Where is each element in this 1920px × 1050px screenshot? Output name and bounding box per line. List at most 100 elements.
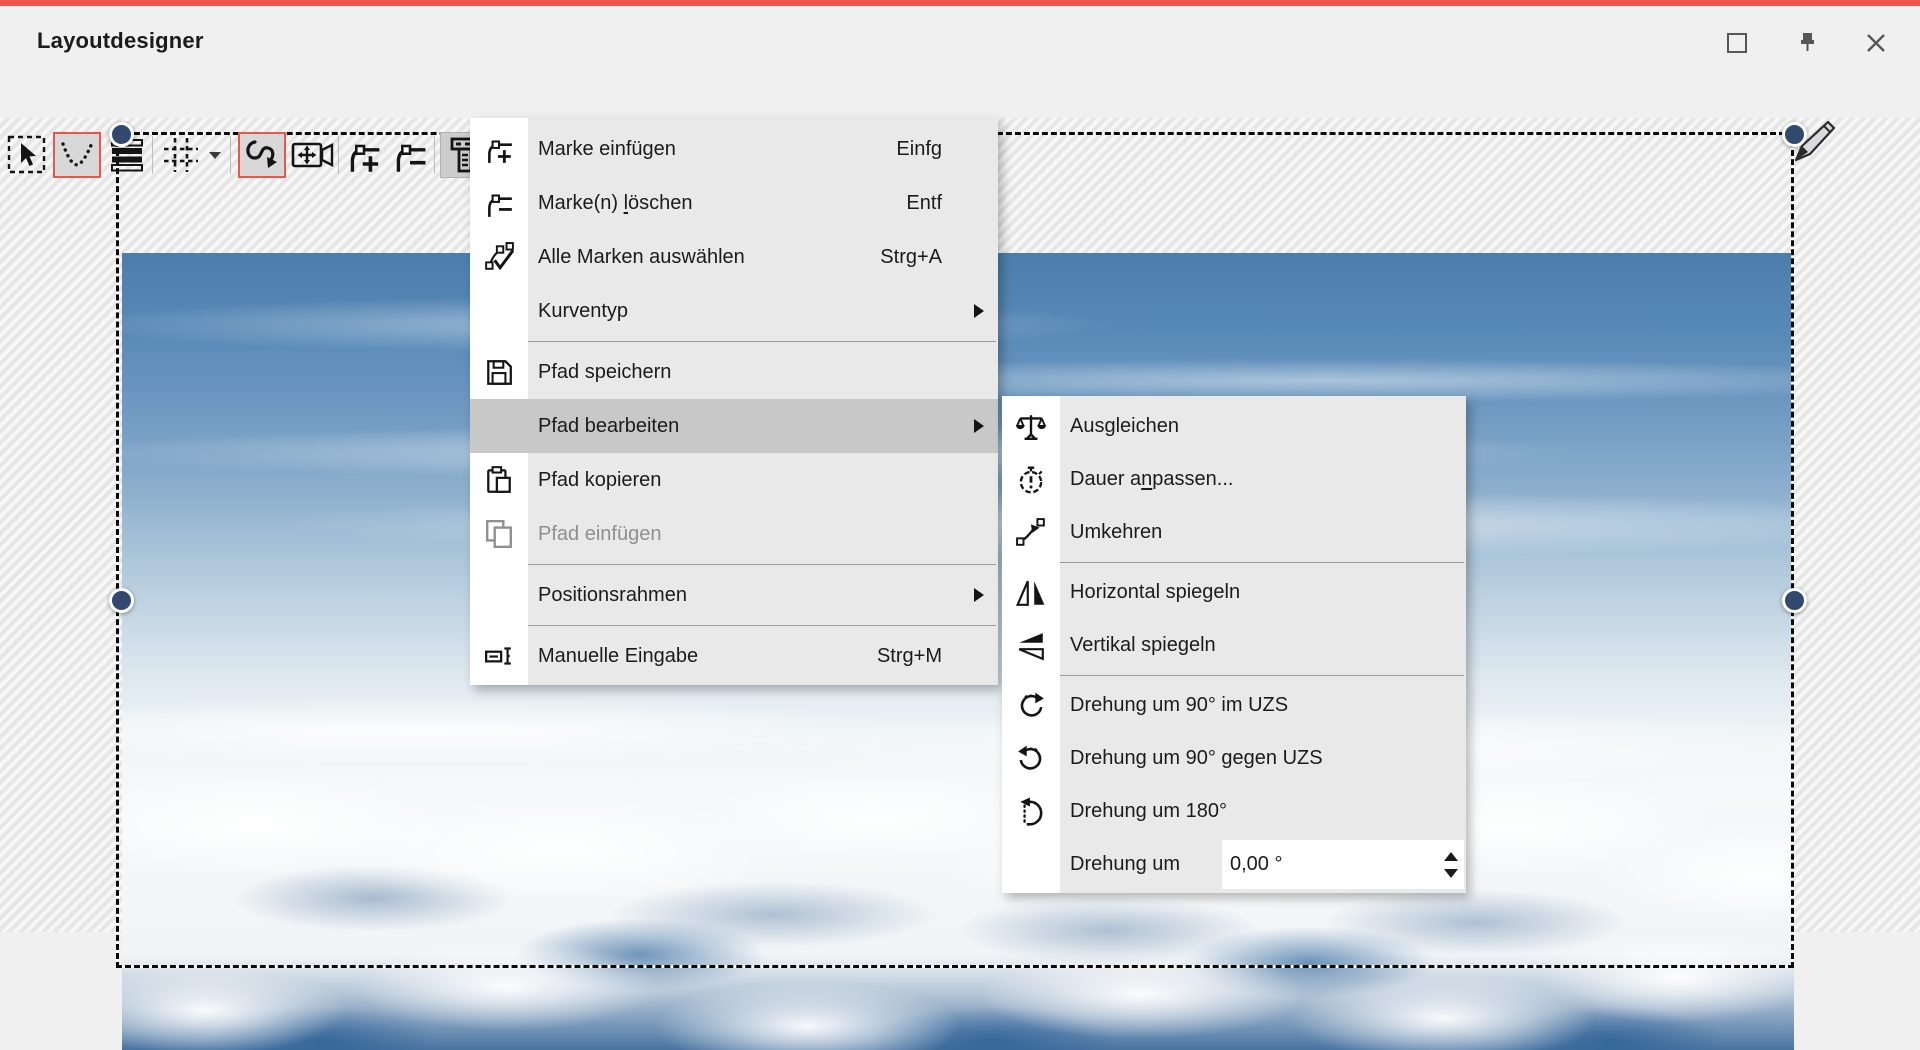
menu-item-label: Marke einfügen: [528, 138, 676, 161]
menu-item-label: Drehung um 90° gegen UZS: [1060, 747, 1323, 770]
pen-cursor-icon: [1788, 116, 1840, 168]
menu-item-label: Ausgleichen: [1060, 415, 1179, 438]
s-curve-icon: [243, 137, 281, 173]
submenu-item-vertikal-spiegeln[interactable]: Vertikal spiegeln: [1002, 619, 1466, 672]
grid-icon: [161, 135, 201, 175]
rotate-cw-icon: [1016, 691, 1046, 721]
grid-tool-button[interactable]: [158, 132, 204, 178]
grid-dropdown-button[interactable]: [203, 132, 227, 178]
menu-separator: [470, 338, 998, 345]
menu-item-label: Alle Marken auswählen: [528, 246, 745, 269]
menu-item-pfad-speichern[interactable]: Pfad speichern: [470, 345, 998, 399]
pin-button[interactable]: [1792, 28, 1822, 58]
menu-item-label: Pfad kopieren: [528, 469, 661, 492]
menu-item-alle-marken-auswaehlen[interactable]: Alle Marken auswählen Strg+A: [470, 230, 998, 284]
marker-add-icon: [346, 137, 382, 173]
submenu-item-ausgleichen[interactable]: Ausgleichen: [1002, 400, 1466, 453]
toolbar-separator: [338, 136, 339, 174]
spinner-up-icon[interactable]: [1444, 852, 1458, 861]
rubber-band-select-button[interactable]: [4, 132, 50, 178]
marker-remove-icon: [484, 188, 514, 218]
rotation-angle-value: 0,00 °: [1230, 853, 1282, 876]
close-icon: [1864, 31, 1888, 55]
menu-item-pfad-kopieren[interactable]: Pfad kopieren: [470, 453, 998, 507]
menu-item-manuelle-eingabe[interactable]: Manuelle Eingabe Strg+M: [470, 629, 998, 683]
menu-item-label: Marke(n) löschen: [528, 192, 693, 215]
reverse-path-icon: [1016, 518, 1046, 548]
menu-separator: [1002, 672, 1466, 679]
toolbar-separator: [152, 136, 153, 174]
layoutdesigner-window: Layoutdesigner: [0, 0, 1920, 932]
menu-separator: [1002, 559, 1466, 566]
menu-item-label: Pfad speichern: [528, 361, 671, 384]
selection-handle-top-left[interactable]: [109, 122, 134, 147]
menu-item-label: Pfad einfügen: [528, 523, 661, 546]
menu-item-label: Horizontal spiegeln: [1060, 581, 1240, 604]
scales-icon: [1016, 412, 1046, 442]
selection-handle-mid-right[interactable]: [1782, 588, 1807, 613]
marker-remove-icon: [392, 137, 428, 173]
flip-vertical-icon: [1016, 631, 1046, 661]
menu-item-kurventyp[interactable]: Kurventyp: [470, 284, 998, 338]
menu-shortcut: Strg+M: [877, 645, 942, 668]
submenu-item-drehung-um-wert[interactable]: Drehung um 0,00 °: [1002, 838, 1466, 891]
submenu-item-drehung-180[interactable]: Drehung um 180°: [1002, 785, 1466, 838]
menu-item-label: Drehung um 180°: [1060, 800, 1227, 823]
maximize-button[interactable]: [1722, 28, 1752, 58]
menu-item-label: Drehung um 90° im UZS: [1060, 694, 1288, 717]
rubber-band-select-icon: [6, 134, 48, 176]
pin-icon: [1795, 31, 1819, 55]
curve-points-icon: [58, 138, 96, 172]
s-curve-tool-button[interactable]: [238, 132, 286, 178]
rotate-ccw-icon: [1016, 744, 1046, 774]
maximize-icon: [1727, 33, 1747, 53]
menu-item-label: Pfad bearbeiten: [528, 415, 679, 438]
submenu-arrow-icon: [974, 304, 984, 318]
submenu-item-umkehren[interactable]: Umkehren: [1002, 506, 1466, 559]
select-all-markers-icon: [484, 242, 514, 272]
menu-item-label: Positionsrahmen: [528, 584, 687, 607]
flip-horizontal-icon: [1016, 578, 1046, 608]
manual-input-icon: [484, 641, 514, 671]
selection-handle-mid-left[interactable]: [109, 588, 134, 613]
menu-item-pfad-einfuegen[interactable]: Pfad einfügen: [470, 507, 998, 561]
save-icon: [484, 357, 514, 387]
rotate-180-icon: [1016, 797, 1046, 827]
window-title: Layoutdesigner: [37, 28, 204, 54]
toolbar: Zeitmarke: 0 s: [0, 62, 1920, 118]
submenu-item-drehung-90-gegen-uzs[interactable]: Drehung um 90° gegen UZS: [1002, 732, 1466, 785]
menu-separator: [470, 622, 998, 629]
submenu-item-horizontal-spiegeln[interactable]: Horizontal spiegeln: [1002, 566, 1466, 619]
paste-icon: [484, 519, 514, 549]
stopwatch-icon: [1016, 465, 1046, 495]
spinner-down-icon[interactable]: [1444, 869, 1458, 878]
camera-pan-button[interactable]: [288, 132, 338, 178]
menu-item-marke-einfuegen[interactable]: Marke einfügen Einfg: [470, 122, 998, 176]
toolbar-separator: [230, 136, 231, 174]
menu-shortcut: Einfg: [896, 138, 942, 161]
submenu-item-drehung-90-uzs[interactable]: Drehung um 90° im UZS: [1002, 679, 1466, 732]
marker-add-button[interactable]: [342, 132, 386, 178]
menu-item-label: Manuelle Eingabe: [528, 645, 698, 668]
submenu-arrow-icon: [974, 588, 984, 602]
menu-item-label: Drehung um: [1060, 853, 1180, 876]
menu-item-label: Kurventyp: [528, 300, 628, 323]
copy-icon: [484, 465, 514, 495]
marker-add-icon: [484, 134, 514, 164]
menu-item-marken-loeschen[interactable]: Marke(n) löschen Entf: [470, 176, 998, 230]
chevron-down-icon: [209, 152, 221, 159]
close-button[interactable]: [1861, 28, 1891, 58]
menu-item-pfad-bearbeiten[interactable]: Pfad bearbeiten: [470, 399, 998, 453]
submenu-item-dauer-anpassen[interactable]: Dauer anpassen...: [1002, 453, 1466, 506]
toolbar-separator: [434, 136, 435, 174]
menu-item-positionsrahmen[interactable]: Positionsrahmen: [470, 568, 998, 622]
menu-shortcut: Strg+A: [880, 246, 942, 269]
menu-item-label: Umkehren: [1060, 521, 1162, 544]
rotation-spinner[interactable]: [1444, 840, 1458, 889]
curve-points-tool-button[interactable]: [53, 132, 101, 178]
title-bar: Layoutdesigner: [0, 0, 1920, 62]
rotation-angle-input[interactable]: 0,00 °: [1222, 840, 1464, 889]
pfad-bearbeiten-submenu: Ausgleichen Dauer anpassen... Umkehren H…: [1002, 396, 1466, 893]
marker-remove-button[interactable]: [388, 132, 432, 178]
menu-separator: [470, 561, 998, 568]
